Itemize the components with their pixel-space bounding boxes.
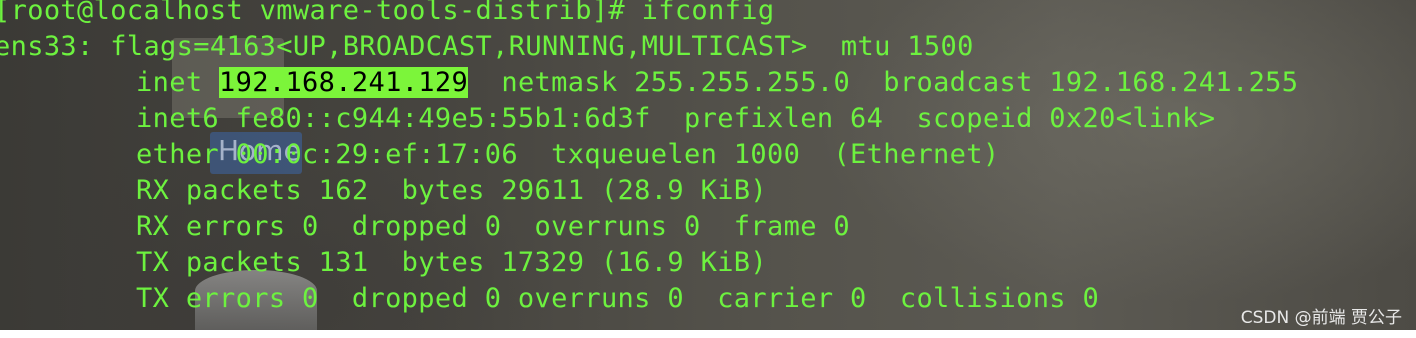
terminal-window[interactable]: Home [root@localhost vmware-tools-distri… bbox=[0, 0, 1416, 330]
interface-flags-line: ens33: flags=4163<UP,BROADCAST,RUNNING,M… bbox=[0, 31, 974, 62]
inet-label: inet bbox=[136, 67, 220, 98]
csdn-watermark: CSDN @前端 贾公子 bbox=[1240, 308, 1402, 328]
ether-line: ether 00:0c:29:ef:17:06 txqueuelen 1000 … bbox=[136, 139, 1000, 170]
prompt-line: [root@localhost vmware-tools-distrib]# i… bbox=[0, 0, 775, 26]
tx-packets-line: TX packets 131 bytes 17329 (16.9 KiB) bbox=[136, 247, 768, 278]
rx-packets-line: RX packets 162 bytes 29611 (28.9 KiB) bbox=[136, 175, 768, 206]
inet-line: inet 192.168.241.129 netmask 255.255.255… bbox=[136, 65, 1298, 101]
inet-netmask-broadcast: netmask 255.255.255.0 broadcast 192.168.… bbox=[468, 67, 1299, 98]
rx-errors-line: RX errors 0 dropped 0 overruns 0 frame 0 bbox=[136, 211, 851, 242]
inet-address-selected[interactable]: 192.168.241.129 bbox=[219, 67, 469, 98]
tx-errors-line: TX errors 0 dropped 0 overruns 0 carrier… bbox=[136, 283, 1100, 314]
inet6-line: inet6 fe80::c944:49e5:55b1:6d3f prefixle… bbox=[136, 103, 1216, 134]
